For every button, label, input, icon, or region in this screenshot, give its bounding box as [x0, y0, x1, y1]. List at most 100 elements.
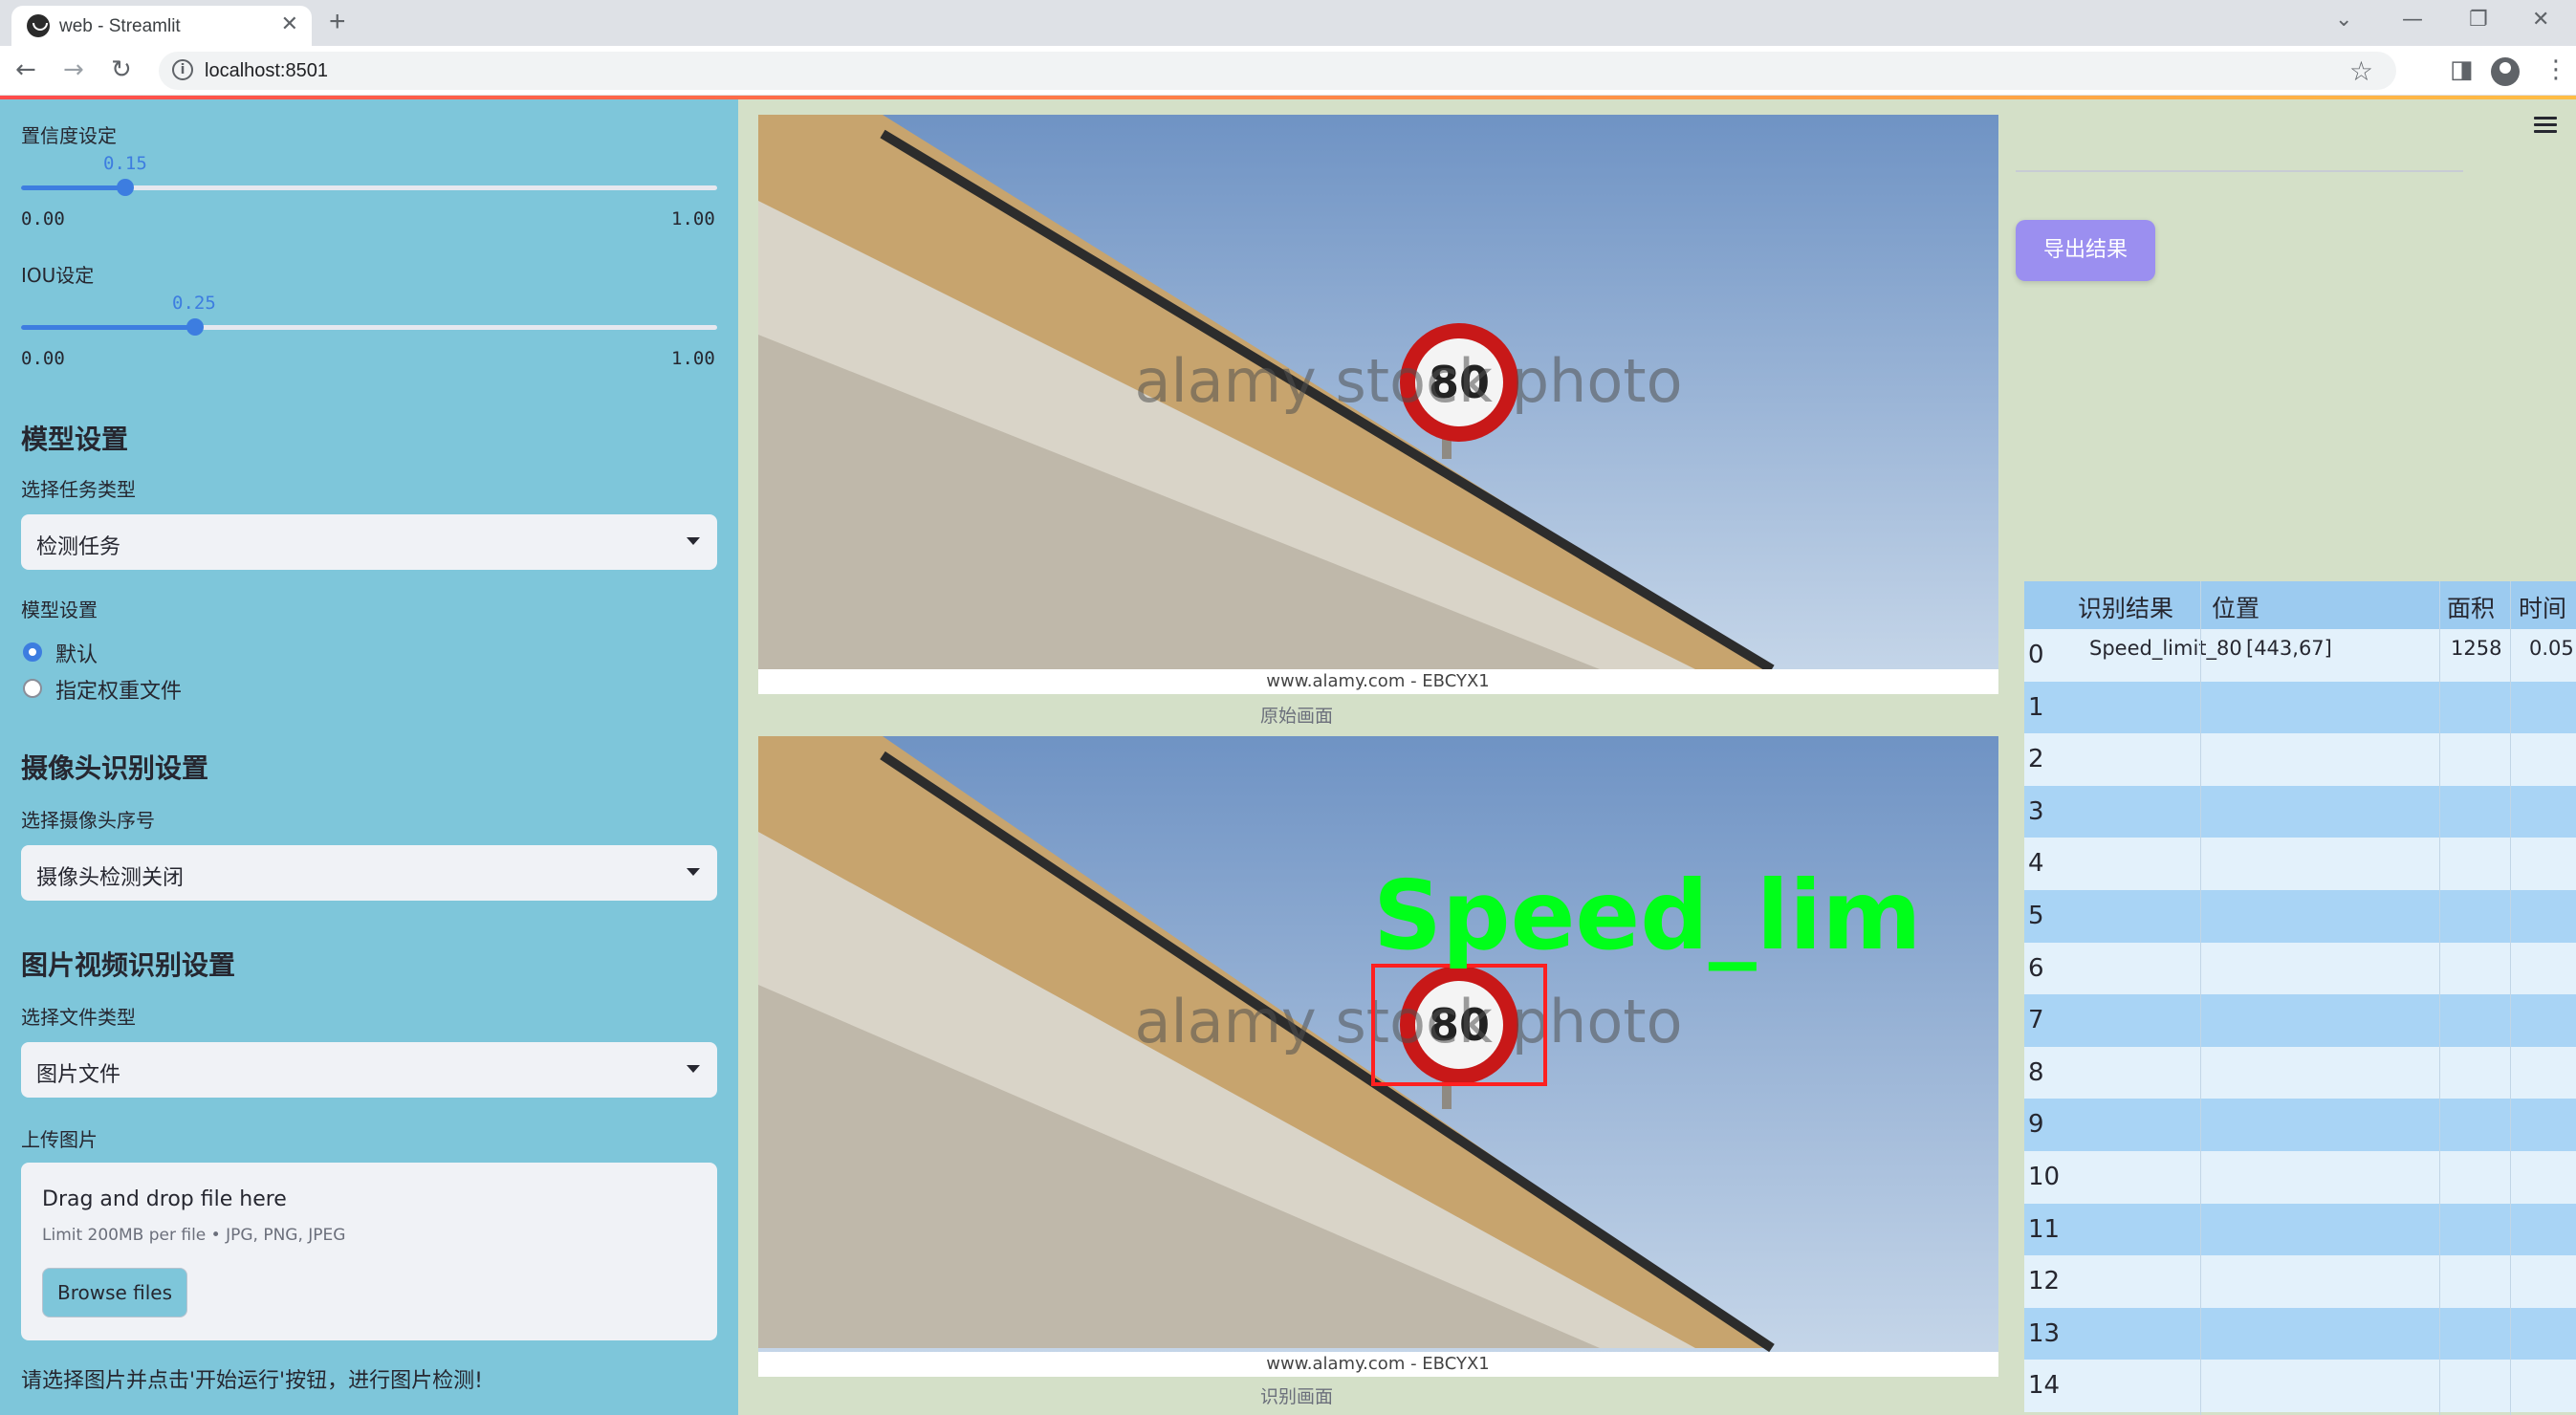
task-type-value: 检测任务: [36, 535, 121, 559]
browse-files-button[interactable]: Browse files: [42, 1268, 187, 1317]
table-row[interactable]: 7: [2024, 994, 2576, 1048]
row-index-cell: 3: [2024, 785, 2068, 838]
profile-avatar-icon[interactable]: [2491, 57, 2520, 86]
row-index-cell: 5: [2024, 890, 2068, 943]
table-row[interactable]: 1: [2024, 681, 2576, 734]
row-index-cell: 10: [2024, 1151, 2068, 1204]
iou-value: 0.25: [172, 293, 216, 314]
tab-search-icon[interactable]: ⌄: [2335, 8, 2352, 32]
hamburger-menu-icon[interactable]: [2534, 117, 2557, 134]
confidence-slider-thumb[interactable]: [117, 179, 135, 196]
task-type-label: 选择任务类型: [21, 478, 136, 501]
dropzone-title: Drag and drop file here: [42, 1187, 287, 1211]
table-row[interactable]: 11: [2024, 1203, 2576, 1256]
iou-slider-fill: [21, 325, 195, 330]
minimize-icon[interactable]: —: [2402, 8, 2423, 32]
reload-icon[interactable]: ↻: [111, 55, 132, 84]
model-section-title: 模型设置: [21, 424, 129, 455]
row-index: 4: [2028, 849, 2044, 879]
file-type-select[interactable]: 图片文件: [21, 1042, 717, 1098]
watermark-text: alamy stock photo: [1134, 346, 1682, 416]
streamlit-favicon-icon: [27, 14, 50, 37]
camera-index-label: 选择摄像头序号: [21, 809, 155, 832]
table-row[interactable]: 14: [2024, 1360, 2576, 1413]
row-index: 1: [2028, 692, 2044, 722]
side-panel-icon[interactable]: ◨: [2450, 55, 2474, 84]
iou-slider-thumb[interactable]: [186, 318, 204, 336]
table-row[interactable]: 5: [2024, 890, 2576, 943]
table-row[interactable]: 6: [2024, 942, 2576, 995]
tab-title: web - Streamlit: [59, 16, 181, 36]
row-index-cell: 0: [2024, 629, 2068, 682]
row-index: 7: [2028, 1006, 2044, 1035]
row-index: 12: [2028, 1267, 2061, 1296]
upload-label: 上传图片: [21, 1128, 98, 1151]
chevron-down-icon: [687, 1065, 700, 1073]
row-index: 2: [2028, 745, 2044, 774]
table-row[interactable]: 10: [2024, 1151, 2576, 1204]
iou-min: 0.00: [21, 348, 65, 369]
table-row[interactable]: 13: [2024, 1307, 2576, 1361]
file-dropzone[interactable]: Drag and drop file here Limit 200MB per …: [21, 1163, 717, 1340]
url-text: localhost:8501: [205, 60, 328, 81]
table-row[interactable]: 8: [2024, 1046, 2576, 1099]
url-field[interactable]: i localhost:8501 ☆: [159, 52, 2396, 90]
site-info-icon[interactable]: i: [172, 59, 193, 80]
header-position[interactable]: 位置: [2212, 590, 2259, 624]
table-row[interactable]: 0 Speed_limit_80 [443,67] 1258 0.05: [2024, 629, 2576, 682]
back-icon[interactable]: ←: [15, 55, 36, 84]
address-bar: ← → ↻ i localhost:8501 ☆ ◨ ⋮: [0, 46, 2576, 96]
detection-label: Speed_lim: [1373, 860, 1922, 971]
iou-label: IOU设定: [21, 264, 95, 287]
cell-area: 1258: [2451, 637, 2502, 660]
file-type-label: 选择文件类型: [21, 1006, 136, 1029]
row-index: 9: [2028, 1110, 2044, 1140]
cell-result: Speed_limit_80: [2089, 637, 2242, 660]
header-result[interactable]: 识别结果: [2078, 590, 2173, 624]
detected-image: 80 alamy stock photo Speed_lim www.alamy…: [758, 736, 1998, 1377]
more-menu-icon[interactable]: ⋮: [2543, 55, 2568, 84]
column-divider: [2439, 581, 2440, 1415]
header-time[interactable]: 时间: [2519, 590, 2566, 624]
browser-tab[interactable]: web - Streamlit ✕: [11, 6, 312, 46]
table-row[interactable]: 2: [2024, 733, 2576, 787]
row-index: 3: [2028, 796, 2044, 826]
confidence-slider-fill: [21, 185, 126, 190]
row-index: 13: [2028, 1318, 2061, 1348]
confidence-max: 1.00: [671, 208, 715, 229]
radio-default[interactable]: [23, 642, 42, 662]
confidence-min: 0.00: [21, 208, 65, 229]
sidebar: 置信度设定 0.15 0.00 1.00 IOU设定 0.25 0.00 1.0…: [0, 99, 738, 1415]
camera-index-select[interactable]: 摄像头检测关闭: [21, 845, 717, 901]
header-area[interactable]: 面积: [2447, 590, 2495, 624]
table-row[interactable]: 3: [2024, 785, 2576, 838]
confidence-slider[interactable]: [21, 179, 717, 196]
cell-position: [443,67]: [2246, 637, 2332, 660]
table-row[interactable]: 9: [2024, 1099, 2576, 1152]
table-header: 识别结果 位置 面积 时间: [2024, 581, 2576, 629]
new-tab-icon[interactable]: +: [329, 6, 346, 38]
divider: [2016, 170, 2463, 172]
column-divider: [2200, 581, 2201, 1415]
row-index-cell: 11: [2024, 1203, 2068, 1256]
close-tab-icon[interactable]: ✕: [281, 12, 298, 36]
row-index-cell: 12: [2024, 1255, 2068, 1309]
row-index-cell: 7: [2024, 994, 2068, 1048]
table-row[interactable]: 4: [2024, 838, 2576, 891]
footer-watermark: www.alamy.com - EBCYX1: [1266, 671, 1489, 691]
chevron-down-icon: [687, 868, 700, 876]
task-type-select[interactable]: 检测任务: [21, 514, 717, 570]
row-index-cell: 1: [2024, 681, 2068, 734]
camera-section-title: 摄像头识别设置: [21, 752, 209, 784]
radio-custom-weights[interactable]: [23, 679, 42, 698]
iou-slider[interactable]: [21, 318, 717, 336]
table-row[interactable]: 12: [2024, 1255, 2576, 1309]
forward-icon[interactable]: →: [63, 55, 84, 84]
instruction-text: 请选择图片并点击'开始运行'按钮，进行图片检测!: [21, 1369, 483, 1393]
restore-icon[interactable]: ❐: [2469, 8, 2488, 32]
export-results-button[interactable]: 导出结果: [2016, 220, 2155, 281]
browser-tab-bar: web - Streamlit ✕ + ⌄ — ❐ ✕: [0, 0, 2576, 46]
row-index-cell: 4: [2024, 838, 2068, 891]
close-window-icon[interactable]: ✕: [2532, 8, 2549, 32]
bookmark-star-icon[interactable]: ☆: [2349, 55, 2373, 87]
